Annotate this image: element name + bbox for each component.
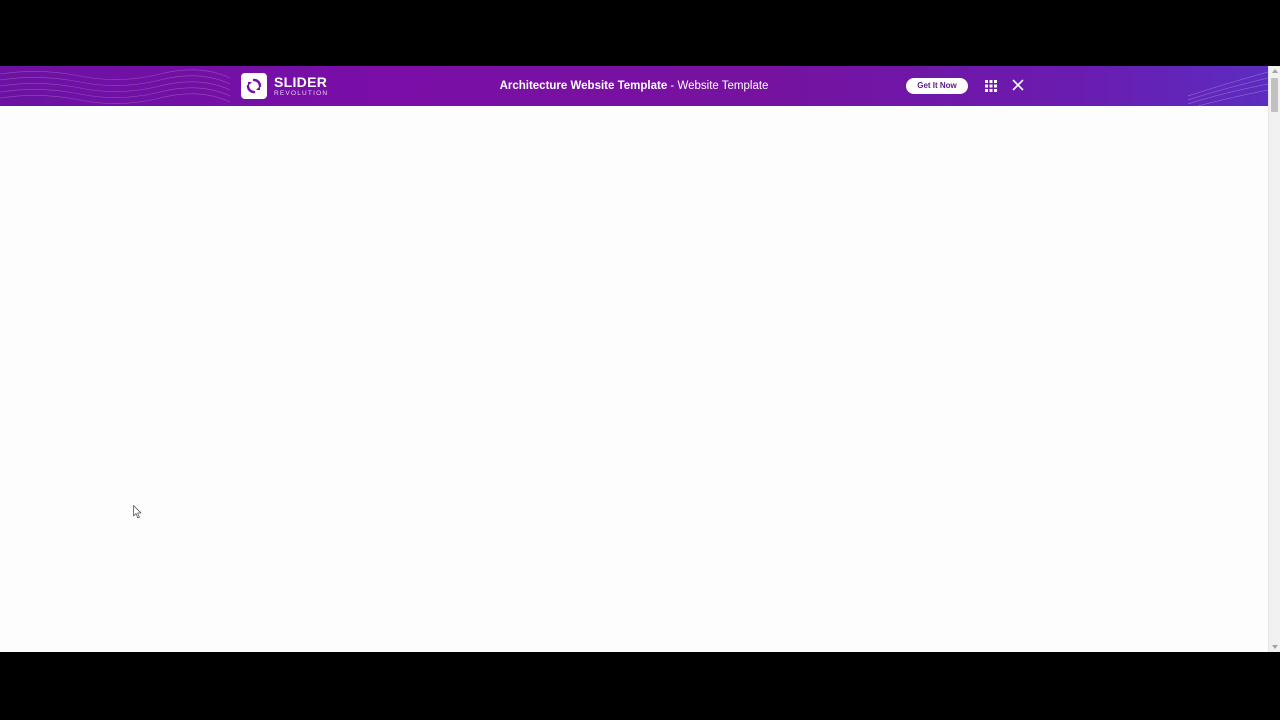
- letterbox-top: [0, 0, 1280, 66]
- mouse-pointer-icon: [133, 505, 142, 519]
- get-it-now-button[interactable]: Get It Now: [906, 78, 968, 94]
- grid-menu-icon[interactable]: [985, 80, 997, 92]
- scroll-thumb[interactable]: [1271, 78, 1278, 112]
- brand-text: SLIDER REVOLUTION: [274, 75, 328, 98]
- template-title-rest: Website Template: [677, 80, 769, 92]
- banner-wave-pattern-left: [0, 69, 230, 104]
- page-content-area: [0, 106, 1268, 652]
- brand-name: SLIDER: [274, 73, 328, 90]
- brand-logo-link[interactable]: SLIDER REVOLUTION: [241, 73, 328, 99]
- slider-revolution-logo-icon: [241, 73, 267, 99]
- letterbox-bottom: [0, 652, 1280, 720]
- scroll-up-arrow-icon[interactable]: [1272, 69, 1278, 73]
- scroll-down-arrow-icon[interactable]: [1272, 645, 1278, 649]
- template-title-separator: -: [667, 80, 678, 92]
- template-title-strong: Architecture Website Template: [499, 80, 668, 92]
- vertical-scrollbar[interactable]: [1268, 66, 1280, 652]
- banner-wave-pattern-right: [1188, 71, 1268, 106]
- preview-top-banner: SLIDER REVOLUTION Architecture Website T…: [0, 66, 1268, 106]
- browser-viewport: SLIDER REVOLUTION Architecture Website T…: [0, 66, 1280, 652]
- close-icon[interactable]: [1012, 79, 1024, 91]
- brand-subtitle: REVOLUTION: [274, 89, 329, 97]
